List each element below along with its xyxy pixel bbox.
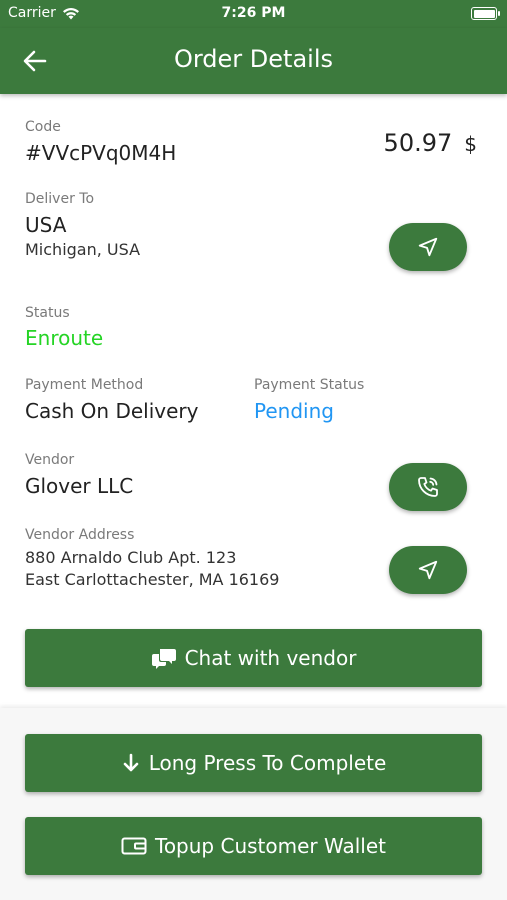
phone-call-icon — [418, 477, 438, 497]
app-bar: Order Details — [0, 28, 507, 94]
chat-with-vendor-label: Chat with vendor — [184, 646, 357, 670]
long-press-complete-label: Long Press To Complete — [148, 751, 387, 775]
battery-icon — [471, 7, 500, 20]
order-amount: 50.97 $ — [384, 129, 477, 157]
navigate-delivery-button[interactable] — [389, 223, 467, 271]
vendor-name: Glover LLC — [25, 474, 134, 498]
code-label: Code — [25, 119, 61, 135]
navigation-arrow-icon — [418, 560, 438, 580]
long-press-complete-button[interactable]: Long Press To Complete — [25, 734, 482, 792]
payment-method: Cash On Delivery — [25, 399, 199, 423]
navigate-vendor-button[interactable] — [389, 546, 467, 594]
amount-value: 50.97 — [383, 129, 453, 157]
topup-wallet-button[interactable]: Topup Customer Wallet — [25, 817, 482, 875]
chat-bubbles-icon — [151, 649, 176, 669]
currency-symbol: $ — [464, 132, 477, 156]
vendor-label: Vendor — [25, 452, 75, 468]
payment-status-label: Payment Status — [254, 377, 365, 393]
chat-with-vendor-button[interactable]: Chat with vendor — [25, 629, 482, 687]
topup-wallet-label: Topup Customer Wallet — [155, 834, 386, 858]
status-label: Status — [25, 305, 70, 321]
arrow-down-icon — [123, 753, 139, 772]
clock: 7:26 PM — [221, 5, 286, 21]
order-status: Enroute — [25, 326, 104, 350]
status-bar: Carrier 7:26 PM — [0, 0, 507, 28]
deliver-to-address: Michigan, USA — [25, 240, 141, 259]
wallet-icon — [121, 837, 147, 855]
vendor-address-line2: East Carlottachester, MA 16169 — [25, 570, 280, 589]
navigation-arrow-icon — [418, 237, 438, 257]
deliver-to-name: USA — [25, 213, 67, 237]
order-code: #VVcPVq0M4H — [25, 141, 177, 165]
vendor-address-label: Vendor Address — [25, 527, 135, 543]
payment-method-label: Payment Method — [25, 377, 144, 393]
call-vendor-button[interactable] — [389, 463, 467, 511]
deliver-to-label: Deliver To — [25, 191, 95, 207]
page-title: Order Details — [173, 45, 334, 73]
vendor-address-line1: 880 Arnaldo Club Apt. 123 — [25, 548, 237, 567]
payment-status: Pending — [254, 399, 334, 423]
